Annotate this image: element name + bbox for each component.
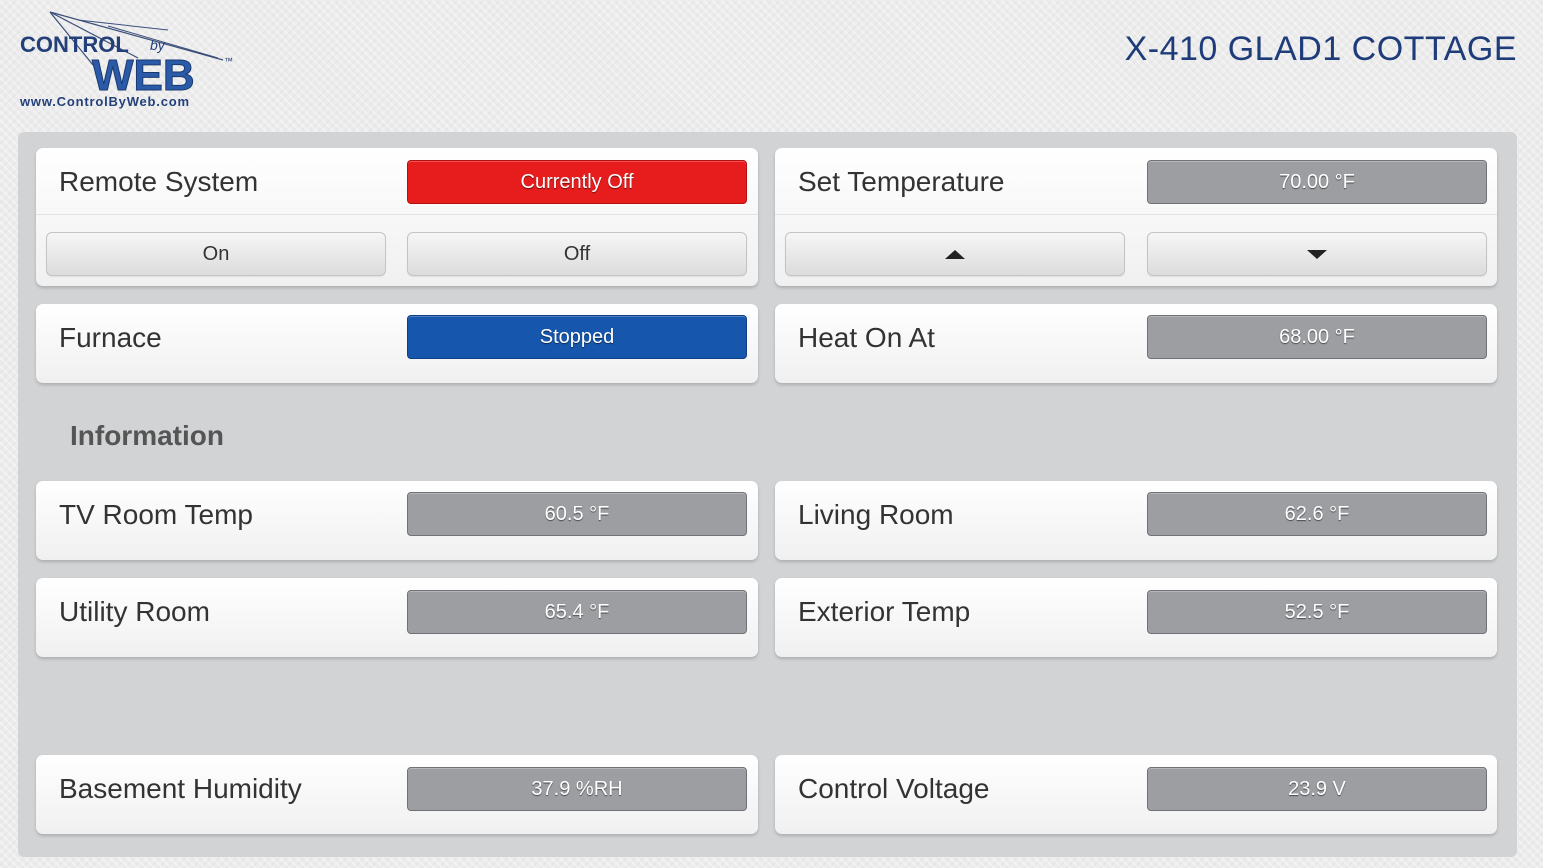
logo-graphic: CONTROL by WEB ™ www.ControlByWeb.com [19, 11, 233, 109]
control-voltage-value: 23.9 V [1147, 767, 1487, 811]
temperature-up-button[interactable] [785, 232, 1125, 276]
tv-room-label: TV Room Temp [59, 499, 253, 530]
basement-humidity-card: Basement Humidity 37.9 %RH [36, 755, 758, 834]
furnace-status: Stopped [407, 315, 747, 359]
set-temperature-label: Set Temperature [798, 166, 1005, 197]
temperature-down-button[interactable] [1147, 232, 1487, 276]
utility-room-label: Utility Room [59, 596, 210, 627]
basement-humidity-label: Basement Humidity [59, 773, 302, 804]
main-panel: Remote System Currently Off On Off Set T… [18, 132, 1517, 857]
utility-room-value: 65.4 °F [407, 590, 747, 634]
remote-system-status: Currently Off [407, 160, 747, 204]
set-temperature-card: Set Temperature 70.00 °F [775, 148, 1497, 286]
exterior-temp-card: Exterior Temp 52.5 °F [775, 578, 1497, 657]
controlbyweb-logo[interactable]: CONTROL by WEB ™ www.ControlByWeb.com [18, 10, 238, 110]
exterior-temp-value: 52.5 °F [1147, 590, 1487, 634]
exterior-temp-label: Exterior Temp [798, 596, 971, 627]
card-divider [775, 214, 1497, 215]
remote-on-button[interactable]: On [46, 232, 386, 276]
heat-on-at-value: 68.00 °F [1147, 315, 1487, 359]
triangle-up-icon [945, 249, 965, 259]
remote-system-card: Remote System Currently Off On Off [36, 148, 758, 286]
tv-room-card: TV Room Temp 60.5 °F [36, 481, 758, 560]
furnace-card: Furnace Stopped [36, 304, 758, 383]
logo-tm-text: ™ [224, 56, 233, 66]
header: CONTROL by WEB ™ www.ControlByWeb.com X-… [0, 0, 1543, 125]
control-voltage-label: Control Voltage [798, 773, 990, 804]
utility-room-card: Utility Room 65.4 °F [36, 578, 758, 657]
living-room-label: Living Room [798, 499, 954, 530]
remote-system-label: Remote System [59, 166, 259, 197]
living-room-value: 62.6 °F [1147, 492, 1487, 536]
information-heading: Information [70, 420, 224, 451]
furnace-label: Furnace [59, 322, 162, 353]
tv-room-value: 60.5 °F [407, 492, 747, 536]
card-divider [36, 214, 758, 215]
living-room-card: Living Room 62.6 °F [775, 481, 1497, 560]
triangle-down-icon [1307, 249, 1327, 259]
control-voltage-card: Control Voltage 23.9 V [775, 755, 1497, 834]
set-temperature-value: 70.00 °F [1147, 160, 1487, 204]
logo-url-text: www.ControlByWeb.com [19, 94, 190, 109]
heat-on-at-label: Heat On At [798, 322, 935, 353]
basement-humidity-value: 37.9 %RH [407, 767, 747, 811]
page-title: X-410 GLAD1 COTTAGE [1124, 30, 1517, 68]
logo-web-text: WEB [92, 51, 195, 100]
heat-on-at-card: Heat On At 68.00 °F [775, 304, 1497, 383]
remote-off-button[interactable]: Off [407, 232, 747, 276]
